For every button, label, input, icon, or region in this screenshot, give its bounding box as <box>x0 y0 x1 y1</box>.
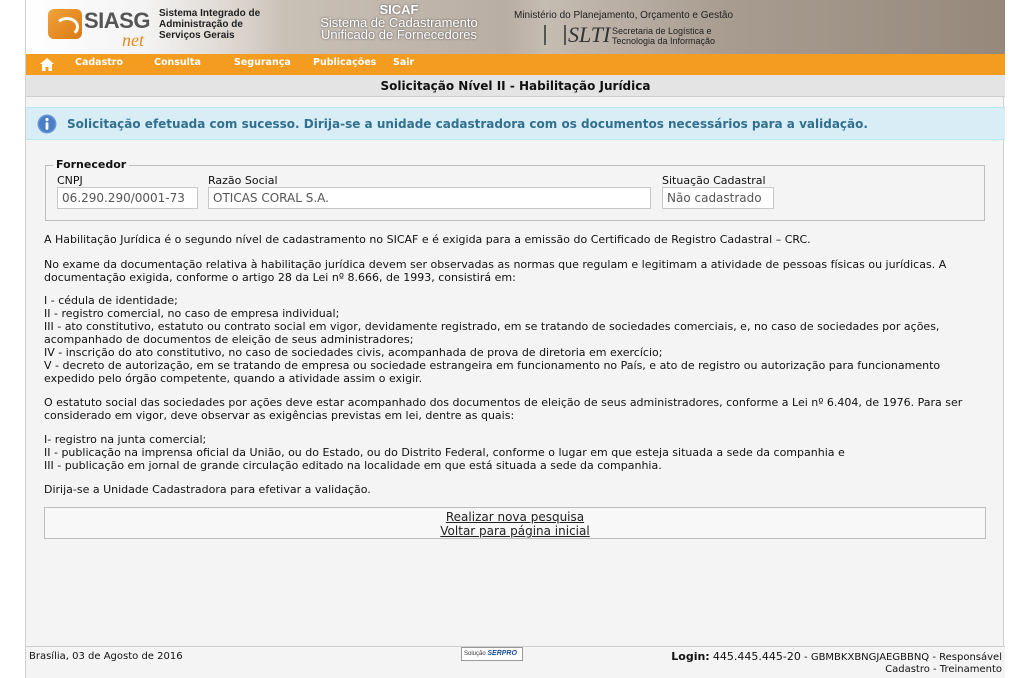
list-item: III - publicação em jornal de grande cir… <box>44 459 662 472</box>
siasg-logo-icon <box>48 9 82 39</box>
serpro-badge: Solução SERPRO <box>461 647 523 661</box>
menu-item-consulta[interactable]: Consulta <box>154 57 201 72</box>
razao-social-field[interactable]: OTICAS CORAL S.A. <box>208 187 651 209</box>
home-page-link[interactable]: Voltar para página inicial <box>45 524 985 538</box>
list-item: II - publicação na imprensa oficial da U… <box>44 446 845 459</box>
login-value: 445.445.445-20 <box>712 650 801 663</box>
info-message-text: Solicitação efetuada com sucesso. Dirija… <box>67 117 868 131</box>
list-item: II - registro comercial, no caso de empr… <box>44 307 340 320</box>
login-profile-line2: Cadastro - Treinamento <box>885 664 1002 675</box>
situacao-cadastral-label: Situação Cadastral <box>662 174 766 187</box>
action-links: Realizar nova pesquisa Voltar para págin… <box>44 507 986 539</box>
home-icon[interactable] <box>40 58 54 71</box>
header-banner: SIASG net Sistema Integrado de Administr… <box>26 0 1005 54</box>
slti-description: Secretaria de Logística e Tecnologia da … <box>612 26 716 46</box>
info-message: Solicitação efetuada com sucesso. Dirija… <box>26 107 1005 140</box>
list-item: I- registro na junta comercial; <box>44 433 207 446</box>
footer-date: Brasília, 03 de Agosto de 2016 <box>29 651 183 662</box>
menu-item-sair[interactable]: Sair <box>393 57 414 72</box>
page-title: Solicitação Nível II - Habilitação Juríd… <box>26 75 1005 97</box>
footer: Brasília, 03 de Agosto de 2016 Solução S… <box>26 646 1005 678</box>
page: SIASG net Sistema Integrado de Administr… <box>25 0 1005 678</box>
sicaf-subtitle: Sistema de Cadastramento Unificado de Fo… <box>320 15 478 42</box>
sicaf-logo: SICAF Sistema de Cadastramento Unificado… <box>294 2 504 50</box>
login-profile: - GBMBKXBNGJAEGBBNQ - Responsável <box>804 652 1002 663</box>
login-label: Login: <box>671 650 710 663</box>
serpro-logo: SERPRO <box>487 650 517 657</box>
statute-requirements-list: I- registro na junta comercial; II - pub… <box>44 433 974 472</box>
validation-paragraph: Dirija-se a Unidade Cadastradora para ef… <box>44 483 371 496</box>
siasg-logo-suffix: net <box>122 30 144 50</box>
slti-logo: SLTI <box>568 22 611 47</box>
serpro-prefix: Solução <box>464 651 486 657</box>
exam-paragraph: No exame da documentação relativa à habi… <box>44 258 947 284</box>
slti-logo-icon <box>544 25 566 45</box>
statute-paragraph: O estatuto social das sociedades por açõ… <box>44 396 963 422</box>
list-item: V - decreto de autorização, em se tratan… <box>44 359 941 385</box>
login-info: Login: 445.445.445-20 - GBMBKXBNGJAEGBBN… <box>671 651 1002 676</box>
situacao-cadastral-field[interactable]: Não cadastrado <box>662 187 774 209</box>
fornecedor-legend: Fornecedor <box>53 158 130 171</box>
list-item: I - cédula de identidade; <box>44 294 178 307</box>
system-name: Sistema Integrado de Administração de Se… <box>159 8 261 41</box>
siasg-logo: SIASG net <box>46 5 156 50</box>
ministry-name: Ministério do Planejamento, Orçamento e … <box>514 10 733 21</box>
info-icon <box>37 114 57 134</box>
fornecedor-fieldset: Fornecedor CNPJ 06.290.290/0001-73 Razão… <box>45 158 985 221</box>
list-item: IV - inscrição do ato constitutivo, no c… <box>44 346 663 359</box>
list-item: III - ato constitutivo, estatuto ou cont… <box>44 320 940 346</box>
intro-paragraph: A Habilitação Jurídica é o segundo nível… <box>44 233 811 246</box>
menu-item-publicacoes[interactable]: Publicações <box>313 57 376 72</box>
requirements-list: I - cédula de identidade; II - registro … <box>44 294 974 385</box>
menu-item-seguranca[interactable]: Segurança <box>234 57 291 72</box>
menu-item-cadastro[interactable]: Cadastro <box>75 57 123 72</box>
cnpj-field[interactable]: 06.290.290/0001-73 <box>57 187 198 209</box>
main-menu: Cadastro Consulta Segurança Publicações … <box>26 54 1005 75</box>
razao-social-label: Razão Social <box>208 174 278 187</box>
new-search-link[interactable]: Realizar nova pesquisa <box>45 510 985 524</box>
cnpj-label: CNPJ <box>57 174 83 187</box>
